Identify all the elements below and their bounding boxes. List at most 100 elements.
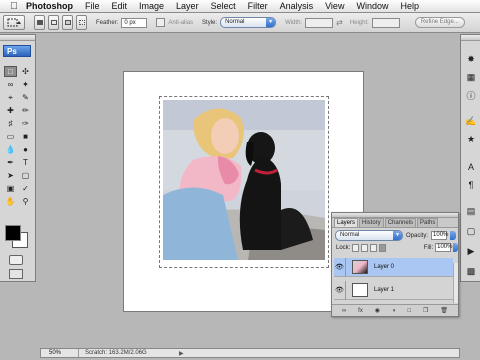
add-selection-icon [50,20,57,25]
lock-position-icon[interactable] [370,243,377,252]
antialias-checkbox[interactable] [156,18,166,27]
menu-layer[interactable]: Layer [170,0,205,13]
histogram-icon[interactable]: ▩ [465,265,477,277]
menu-file[interactable]: File [79,0,106,13]
layer-mask-icon[interactable]: ◉ [375,307,380,314]
actions-icon[interactable]: ▶ [465,245,477,257]
delete-layer-icon[interactable]: 🗑 [440,307,448,314]
menu-image[interactable]: Image [133,0,170,13]
dock-header[interactable] [461,35,480,41]
eye-icon[interactable]: 👁 [334,257,346,277]
gradient-tool-icon[interactable]: ■ [19,131,32,142]
lasso-tool-icon[interactable]: ∞ [4,79,17,90]
style-select[interactable]: Normal ▼ [220,17,277,28]
feather-input[interactable]: 0 px [121,17,148,28]
eye-icon[interactable]: 👁 [334,280,346,300]
lock-pixels-icon[interactable] [361,243,369,252]
hand-tool-icon[interactable]: ✋ [4,196,17,207]
add-selection-button[interactable] [48,15,59,30]
refine-edge-button[interactable]: Refine Edge... [414,17,465,28]
brush-tool-icon[interactable]: ✏ [19,105,32,116]
menu-filter[interactable]: Filter [242,0,274,13]
link-layers-icon[interactable]: ∞ [342,308,346,314]
brushes-icon[interactable]: ✍ [465,115,477,127]
clone-stamp-tool-icon[interactable]: ♯ [4,118,17,129]
feather-label: Feather: [96,19,119,26]
scratch-info: Scratch: 163.2M/2.06G [85,350,147,356]
style-select-value: Normal [225,19,245,25]
layer-comps-icon[interactable]: ▤ [465,205,477,217]
clone-source-icon[interactable]: ★ [465,133,477,145]
tool-presets-icon[interactable]: ▢ [465,225,477,237]
zoom-tool-icon[interactable]: ⚲ [19,196,32,207]
tab-layers[interactable]: Layers [334,218,359,227]
chevron-down-icon: ▼ [266,18,276,27]
tool-preset-picker[interactable] [3,15,25,30]
screen-mode-icon[interactable] [9,269,23,279]
height-input[interactable] [371,17,400,28]
selection-marquee[interactable] [159,96,329,268]
adjustment-layer-icon[interactable]: ◑ [392,308,396,314]
blend-mode-select[interactable]: Normal ▼ [335,230,403,241]
lock-all-icon[interactable] [378,243,386,252]
new-layer-icon[interactable]: ❐ [423,307,428,314]
toolbox-header[interactable] [0,35,35,41]
zoom-level[interactable]: 50% [41,349,79,357]
paragraph-icon[interactable]: ¶ [465,179,477,191]
menu-select[interactable]: Select [205,0,242,13]
history-brush-tool-icon[interactable]: ✑ [19,118,32,129]
tab-history[interactable]: History [359,218,384,227]
path-selection-tool-icon[interactable]: ➤ [4,170,17,181]
tab-paths[interactable]: Paths [417,218,439,227]
menu-analysis[interactable]: Analysis [274,0,320,13]
crop-tool-icon[interactable]: ⌖ [4,92,17,103]
foreground-color-swatch[interactable] [5,225,21,241]
width-input[interactable] [305,17,334,28]
fill-input[interactable]: 100% [435,243,452,252]
menu-photoshop[interactable]: Photoshop [22,0,79,13]
healing-brush-tool-icon[interactable]: ✚ [4,105,17,116]
character-icon[interactable]: A [465,161,477,173]
intersect-selection-button[interactable] [76,15,87,30]
blur-tool-icon[interactable]: 💧 [4,144,17,155]
opacity-input[interactable]: 100% [431,231,448,240]
tab-channels[interactable]: Channels [384,218,417,227]
photoshop-logo[interactable]: Ps [3,45,31,57]
blend-row: Normal ▼ Opacity: 100% [332,230,458,241]
pen-tool-icon[interactable]: ✒ [4,157,17,168]
menu-view[interactable]: View [319,0,350,13]
notes-tool-icon[interactable]: ▣ [4,183,17,194]
shape-tool-icon[interactable]: ▢ [19,170,32,181]
menu-edit[interactable]: Edit [106,0,134,13]
menu-window[interactable]: Window [350,0,394,13]
opacity-slider-button[interactable] [450,231,457,240]
fill-slider-button[interactable] [453,243,458,252]
info-icon[interactable]: ⓘ [465,89,477,101]
options-bar: Feather: 0 px Anti-alias Style: Normal ▼… [0,13,480,33]
type-tool-icon[interactable]: T [19,157,32,168]
menu-help[interactable]: Help [394,0,425,13]
layers-scrollbar[interactable] [453,263,458,303]
apple-icon[interactable]:  [6,0,22,13]
swatches-icon[interactable]: ▦ [465,71,477,83]
slice-tool-icon[interactable]: ✎ [19,92,32,103]
eyedropper-tool-icon[interactable]: ✓ [19,183,32,194]
navigator-icon[interactable]: ✸ [465,53,477,65]
menu-bar:  Photoshop File Edit Image Layer Select… [0,0,480,13]
lock-label: Lock: [336,244,351,251]
lock-transparency-icon[interactable] [352,243,360,252]
layer-row[interactable]: 👁 Layer 1 [334,280,453,300]
swap-icon[interactable]: ⇄ [336,18,343,27]
move-tool-icon[interactable]: ✣ [19,66,32,77]
new-group-icon[interactable]: □ [407,308,411,314]
magic-wand-tool-icon[interactable]: ✦ [19,79,32,90]
dodge-tool-icon[interactable]: ● [19,144,32,155]
layer-style-icon[interactable]: fx [358,308,363,314]
new-selection-button[interactable] [34,15,45,30]
quick-mask-icon[interactable] [9,255,23,265]
layer-row[interactable]: 👁 Layer 0 [334,257,453,277]
status-menu-icon[interactable]: ▶ [179,350,184,357]
marquee-tool-icon[interactable]: □ [4,66,17,77]
subtract-selection-button[interactable] [62,15,73,30]
eraser-tool-icon[interactable]: ▭ [4,131,17,142]
